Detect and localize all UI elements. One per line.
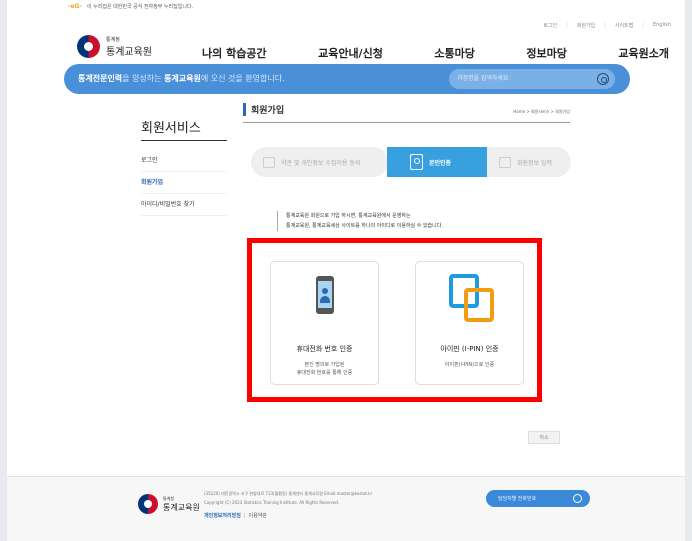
welcome-message: 통계전문인력을 양성하는 통계교육원에 오신 것을 환영합니다.: [78, 73, 285, 84]
member-card-icon: [499, 156, 511, 168]
staff-phone-search: [486, 490, 590, 507]
sidebar-item-join[interactable]: 회원가입: [141, 172, 227, 194]
logo-emblem-icon: [77, 35, 100, 58]
join-link[interactable]: 회원가입: [577, 22, 595, 29]
nav-item-my-learning[interactable]: 나의 학습공간: [202, 45, 267, 61]
login-link[interactable]: 로그인: [543, 22, 557, 29]
footer-info: (35220) 대전광역시 서구 한밭대로 713(월평동) 통계센터 통계교육…: [204, 489, 372, 507]
welcome-text: 에 오신 것을 환영합니다.: [200, 74, 285, 83]
sidebar-item-login[interactable]: 로그인: [141, 150, 227, 172]
footer: 통계청 통계교육원 (35220) 대전광역시 서구 한밭대로 713(월평동)…: [7, 476, 685, 541]
sidebar-title: 회원서비스: [141, 121, 201, 136]
step-agreement: 약관 및 개인정보 수집이용 동의: [251, 147, 388, 177]
welcome-banner: 통계전문인력을 양성하는 통계교육원에 오신 것을 환영합니다.: [64, 64, 630, 94]
join-steps: 약관 및 개인정보 수집이용 동의 본인인증 회원정보 입력: [251, 147, 571, 177]
cancel-button[interactable]: 취소: [528, 431, 560, 444]
divider: |: [604, 22, 606, 28]
sidebar-item-find-account[interactable]: 아이디/비밀번호 찾기: [141, 194, 227, 216]
step-member-info: 회원정보 입력: [487, 147, 571, 177]
course-search: [449, 69, 615, 89]
utility-links: 로그인 | 회원가입 | 사이트맵 | English: [543, 22, 671, 29]
content-header: 회원가입 Home > 회원서비스 > 회원가입: [243, 103, 570, 123]
logo-name: 통계교육원: [106, 46, 152, 58]
page-title: 회원가입: [243, 103, 284, 116]
gov-banner-text: 이 누리집은 대한민국 공식 전자정부 누리집입니다.: [86, 3, 194, 10]
search-icon[interactable]: [597, 73, 609, 85]
logo-small-text: 통계청: [106, 36, 120, 43]
nav-item-community[interactable]: 소통마당: [434, 45, 474, 61]
step-label: 약관 및 개인정보 수집이용 동의: [281, 159, 361, 167]
join-notice: 통계교육원 회원으로 가입 하시면, 통계교육원에서 운영하는 통계교육원, 통…: [277, 211, 547, 231]
divider: |: [566, 22, 568, 28]
footer-logo-name: 통계교육원: [163, 502, 200, 512]
terms-link[interactable]: 이용약관: [249, 513, 267, 519]
phone-verify-icon: [410, 154, 423, 170]
divider: |: [642, 22, 644, 28]
notice-line: 통계교육원, 통계교육세상 사이트를 하나의 아이디로 이용하실 수 있습니다.: [286, 223, 443, 229]
breadcrumb: Home > 회원서비스 > 회원가입: [513, 109, 570, 114]
search-icon[interactable]: [573, 494, 582, 503]
staff-phone-search-input[interactable]: [498, 493, 563, 504]
nav-item-about[interactable]: 교육원소개: [618, 45, 669, 61]
sidebar-menu: 로그인 회원가입 아이디/비밀번호 찾기: [141, 150, 227, 216]
footer-links: 개인정보처리방침 | 이용약관: [204, 512, 267, 519]
welcome-text: 을 양성하는: [122, 74, 165, 83]
gov-banner: -eG- 이 누리집은 대한민국 공식 전자정부 누리집입니다.: [68, 0, 193, 12]
welcome-highlight: 통계전문인력: [78, 74, 123, 83]
gov-mark-icon: -eG-: [68, 2, 82, 10]
highlight-box: [247, 238, 542, 402]
nav-item-course-info[interactable]: 교육안내/신청: [318, 45, 383, 61]
notice-line: 통계교육원 회원으로 가입 하시면, 통계교육원에서 운영하는: [286, 213, 411, 219]
footer-logo: 통계청 통계교육원: [138, 494, 200, 514]
footer-address: (35220) 대전광역시 서구 한밭대로 713(월평동) 통계센터 통계교육…: [204, 491, 373, 496]
site-logo[interactable]: 통계청 통계교육원: [77, 35, 152, 58]
nav-item-information[interactable]: 정보마당: [526, 45, 566, 61]
step-label: 회원정보 입력: [517, 159, 553, 167]
sitemap-link[interactable]: 사이트맵: [615, 22, 633, 29]
welcome-highlight: 통계교육원: [164, 74, 201, 83]
divider: [141, 140, 227, 141]
main-nav: 나의 학습공간 교육안내/신청 소통마당 정보마당 교육원소개: [202, 45, 669, 61]
course-search-input[interactable]: [457, 73, 587, 85]
footer-copyright: Copyright (C) 2023 Statistics Training I…: [204, 500, 340, 505]
agreement-icon: [263, 156, 275, 168]
step-verification: 본인인증: [387, 147, 504, 177]
footer-logo-emblem-icon: [138, 494, 158, 514]
divider: |: [243, 513, 246, 519]
step-label: 본인인증: [429, 159, 452, 167]
privacy-policy-link[interactable]: 개인정보처리방침: [204, 513, 241, 519]
english-link[interactable]: English: [653, 22, 671, 29]
